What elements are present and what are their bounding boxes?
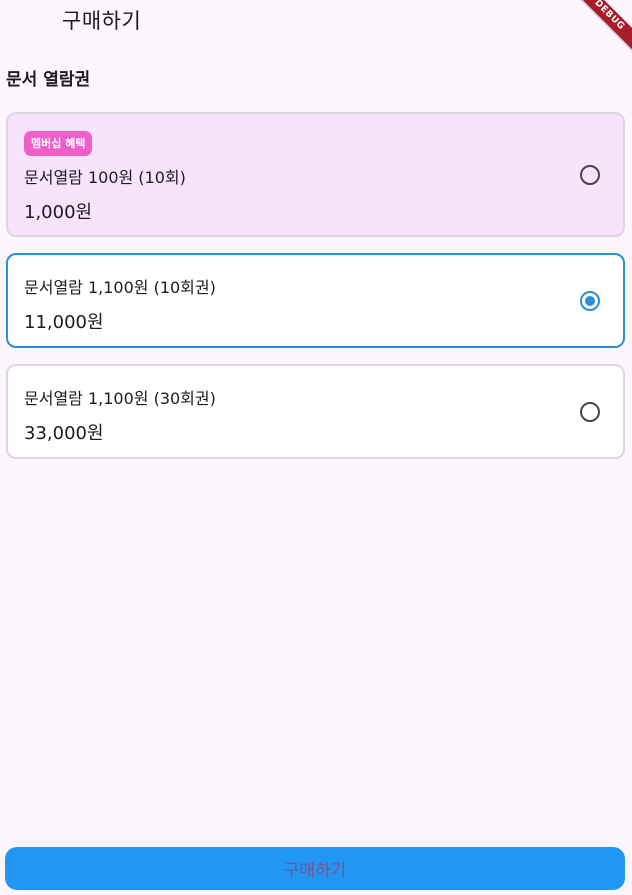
app-bar: 구매하기	[0, 0, 632, 38]
option-price: 33,000원	[24, 423, 104, 444]
option-name: 문서열람 100원 (10회)	[24, 168, 186, 187]
radio-dot	[585, 295, 595, 306]
option-card-2[interactable]: 문서열람 1,100원 (10회권) 11,000원	[6, 253, 625, 348]
option-price: 11,000원	[24, 312, 104, 333]
section-title: 문서 열람권	[6, 70, 91, 90]
buy-button[interactable]: 구매하기	[5, 847, 625, 890]
option-card-3[interactable]: 문서열람 1,100원 (30회권) 33,000원	[6, 364, 625, 459]
option-name: 문서열람 1,100원 (10회권)	[24, 278, 216, 297]
radio-unselected-icon[interactable]	[580, 401, 600, 422]
option-price: 1,000원	[24, 202, 93, 223]
page-title: 구매하기	[62, 9, 142, 33]
radio-selected-icon[interactable]	[580, 290, 600, 311]
membership-badge: 멤버십 혜택	[24, 131, 93, 156]
radio-unselected-icon[interactable]	[580, 164, 600, 185]
option-name: 문서열람 1,100원 (30회권)	[24, 389, 216, 408]
option-card-1[interactable]: 멤버십 혜택 문서열람 100원 (10회) 1,000원	[6, 112, 625, 237]
purchase-page: 구매하기 DEBUG 문서 열람권 멤버십 혜택 문서열람 100원 (10회)…	[0, 0, 632, 895]
